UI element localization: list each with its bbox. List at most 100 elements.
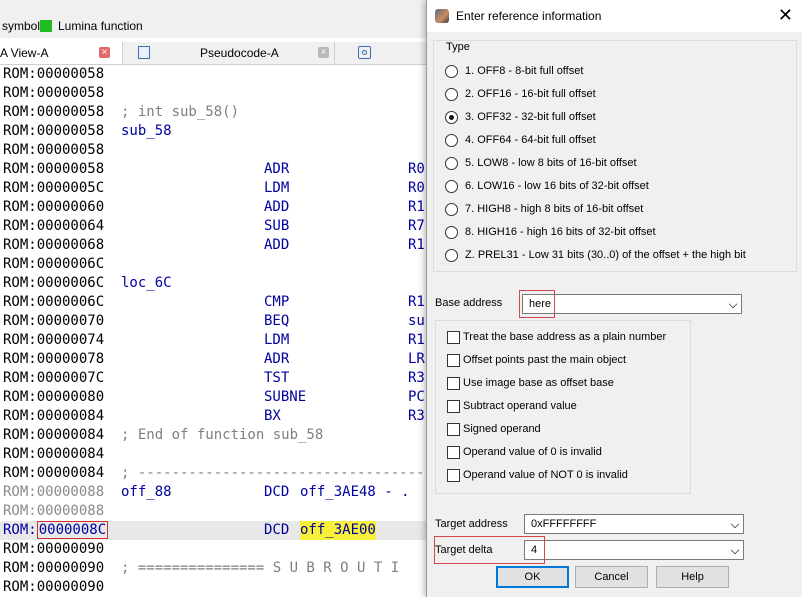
- target-address-combo[interactable]: 0xFFFFFFFF: [524, 514, 744, 534]
- listing-line[interactable]: ROM:00000080 SUBNE PC: [0, 388, 426, 407]
- close-icon[interactable]: ×: [99, 47, 110, 58]
- type-option-label: 3. OFF32 - 32-bit full offset: [465, 111, 596, 123]
- listing-line-selected[interactable]: ROM: 0000008C DCD off_3AE00: [0, 521, 426, 540]
- tab-pseudocode[interactable]: Pseudocode-A ×: [130, 42, 335, 64]
- listing-line[interactable]: ROM:00000084: [0, 445, 426, 464]
- chevron-down-icon[interactable]: [730, 545, 740, 555]
- checkbox[interactable]: [447, 423, 460, 436]
- line-address: ROM:00000090: [3, 541, 105, 557]
- line-operand: R3: [408, 370, 425, 386]
- checkbox-label: Offset points past the main object: [463, 354, 627, 366]
- line-address: ROM:00000084: [3, 446, 105, 462]
- dialog-titlebar[interactable]: Enter reference information ✕: [427, 0, 802, 32]
- listing-line[interactable]: ROM:00000058 sub_58: [0, 122, 426, 141]
- listing-line[interactable]: ROM:00000070 BEQ su: [0, 312, 426, 331]
- listing-line[interactable]: ROM:00000088 off_88 DCD off_3AE48 - .: [0, 483, 426, 502]
- line-operand: R0: [408, 180, 425, 196]
- checkbox-label: Use image base as offset base: [463, 377, 614, 389]
- checkbox[interactable]: [447, 354, 460, 367]
- line-address: ROM:00000058: [3, 66, 105, 82]
- listing-line[interactable]: ROM:00000074 LDM R1: [0, 331, 426, 350]
- target-address-value: 0xFFFFFFFF: [531, 518, 597, 530]
- line-address: ROM:00000058: [3, 104, 105, 120]
- listing-line[interactable]: ROM:00000090 ; =============== S U B R O …: [0, 559, 426, 578]
- cancel-button[interactable]: Cancel: [575, 566, 648, 588]
- listing-line[interactable]: ROM:00000058: [0, 141, 426, 160]
- legend-lumina: Lumina function: [58, 19, 143, 33]
- listing-line[interactable]: ROM:00000084 ; --------------------------…: [0, 464, 426, 483]
- listing-line[interactable]: ROM:0000006C: [0, 255, 426, 274]
- disassembly-listing[interactable]: ROM:00000058 ROM:00000058 ROM:00000058 ; in…: [0, 65, 426, 597]
- radio-unchecked[interactable]: [445, 249, 458, 262]
- radio-unchecked[interactable]: [445, 134, 458, 147]
- chevron-down-icon[interactable]: [728, 299, 738, 309]
- base-address-highlight: [519, 290, 555, 318]
- line-mnemonic: BX: [264, 408, 281, 424]
- listing-line[interactable]: ROM:0000006C loc_6C: [0, 274, 426, 293]
- checkbox[interactable]: [447, 400, 460, 413]
- line-address: ROM:00000068: [3, 237, 105, 253]
- listing-line[interactable]: ROM:0000007C TST R3: [0, 369, 426, 388]
- line-operand: R3: [408, 408, 425, 424]
- close-icon[interactable]: ×: [318, 47, 329, 58]
- pseudocode-icon: [138, 46, 150, 59]
- line-address: ROM:00000080: [3, 389, 105, 405]
- listing-line[interactable]: ROM:00000058: [0, 65, 426, 84]
- line-operand: R1: [408, 332, 425, 348]
- line-address: ROM:00000078: [3, 351, 105, 367]
- close-icon[interactable]: ✕: [778, 5, 793, 25]
- tab-ida-view[interactable]: A View-A ×: [0, 42, 123, 64]
- line-operand: R1: [408, 237, 425, 253]
- listing-line[interactable]: ROM:00000058 ; int sub_58(): [0, 103, 426, 122]
- listing-line[interactable]: ROM:00000090: [0, 540, 426, 559]
- chevron-down-icon[interactable]: [730, 519, 740, 529]
- type-option-label: Z. PREL31 - Low 31 bits (30..0) of the o…: [465, 249, 746, 261]
- line-comment: ; --------------------------------------…: [121, 465, 426, 481]
- listing-line[interactable]: ROM:00000078 ADR LR: [0, 350, 426, 369]
- base-address-combo[interactable]: here: [522, 294, 742, 314]
- listing-line[interactable]: ROM:0000005C LDM R0: [0, 179, 426, 198]
- target-address-label: Target address: [435, 518, 508, 530]
- line-address: ROM:00000074: [3, 332, 105, 348]
- listing-line[interactable]: ROM:00000084 BX R3: [0, 407, 426, 426]
- radio-checked[interactable]: [445, 111, 458, 124]
- checkbox[interactable]: [447, 331, 460, 344]
- line-mnemonic: LDM: [264, 180, 290, 196]
- listing-line[interactable]: ROM:00000090: [0, 578, 426, 597]
- line-comment: ; int sub_58(): [121, 104, 240, 120]
- listing-line[interactable]: ROM:00000060 ADD R1: [0, 198, 426, 217]
- line-address: ROM:00000070: [3, 313, 105, 329]
- line-mnemonic: ADD: [264, 237, 290, 253]
- radio-unchecked[interactable]: [445, 65, 458, 78]
- line-address: ROM:00000060: [3, 199, 105, 215]
- line-label: sub_58: [121, 123, 172, 139]
- listing-line[interactable]: ROM:00000058: [0, 84, 426, 103]
- type-option-label: 2. OFF16 - 16-bit full offset: [465, 88, 596, 100]
- radio-unchecked[interactable]: [445, 180, 458, 193]
- radio-unchecked[interactable]: [445, 226, 458, 239]
- line-label: loc_6C: [121, 275, 172, 291]
- radio-unchecked[interactable]: [445, 157, 458, 170]
- radio-unchecked[interactable]: [445, 203, 458, 216]
- line-operand: PC: [408, 389, 425, 405]
- listing-line[interactable]: ROM:0000006C CMP R1: [0, 293, 426, 312]
- base-address-label: Base address: [435, 297, 503, 309]
- target-delta-combo[interactable]: 4: [524, 540, 744, 560]
- listing-line[interactable]: ROM:00000088: [0, 502, 426, 521]
- listing-line[interactable]: ROM:00000084 ; End of function sub_58: [0, 426, 426, 445]
- line-operand: LR: [408, 351, 425, 367]
- tab-hex-view[interactable]: [344, 42, 424, 64]
- listing-line[interactable]: ROM:00000058 ADR R0: [0, 160, 426, 179]
- listing-line[interactable]: ROM:00000064 SUB R7: [0, 217, 426, 236]
- checkbox-label: Subtract operand value: [463, 400, 577, 412]
- radio-unchecked[interactable]: [445, 88, 458, 101]
- checkbox[interactable]: [447, 446, 460, 459]
- checkbox[interactable]: [447, 377, 460, 390]
- help-button[interactable]: Help: [656, 566, 729, 588]
- ok-button[interactable]: OK: [496, 566, 569, 588]
- listing-line[interactable]: ROM:00000068 ADD R1: [0, 236, 426, 255]
- line-operand: su: [408, 313, 425, 329]
- checkbox[interactable]: [447, 469, 460, 482]
- line-mnemonic: BEQ: [264, 313, 290, 329]
- line-mnemonic: CMP: [264, 294, 290, 310]
